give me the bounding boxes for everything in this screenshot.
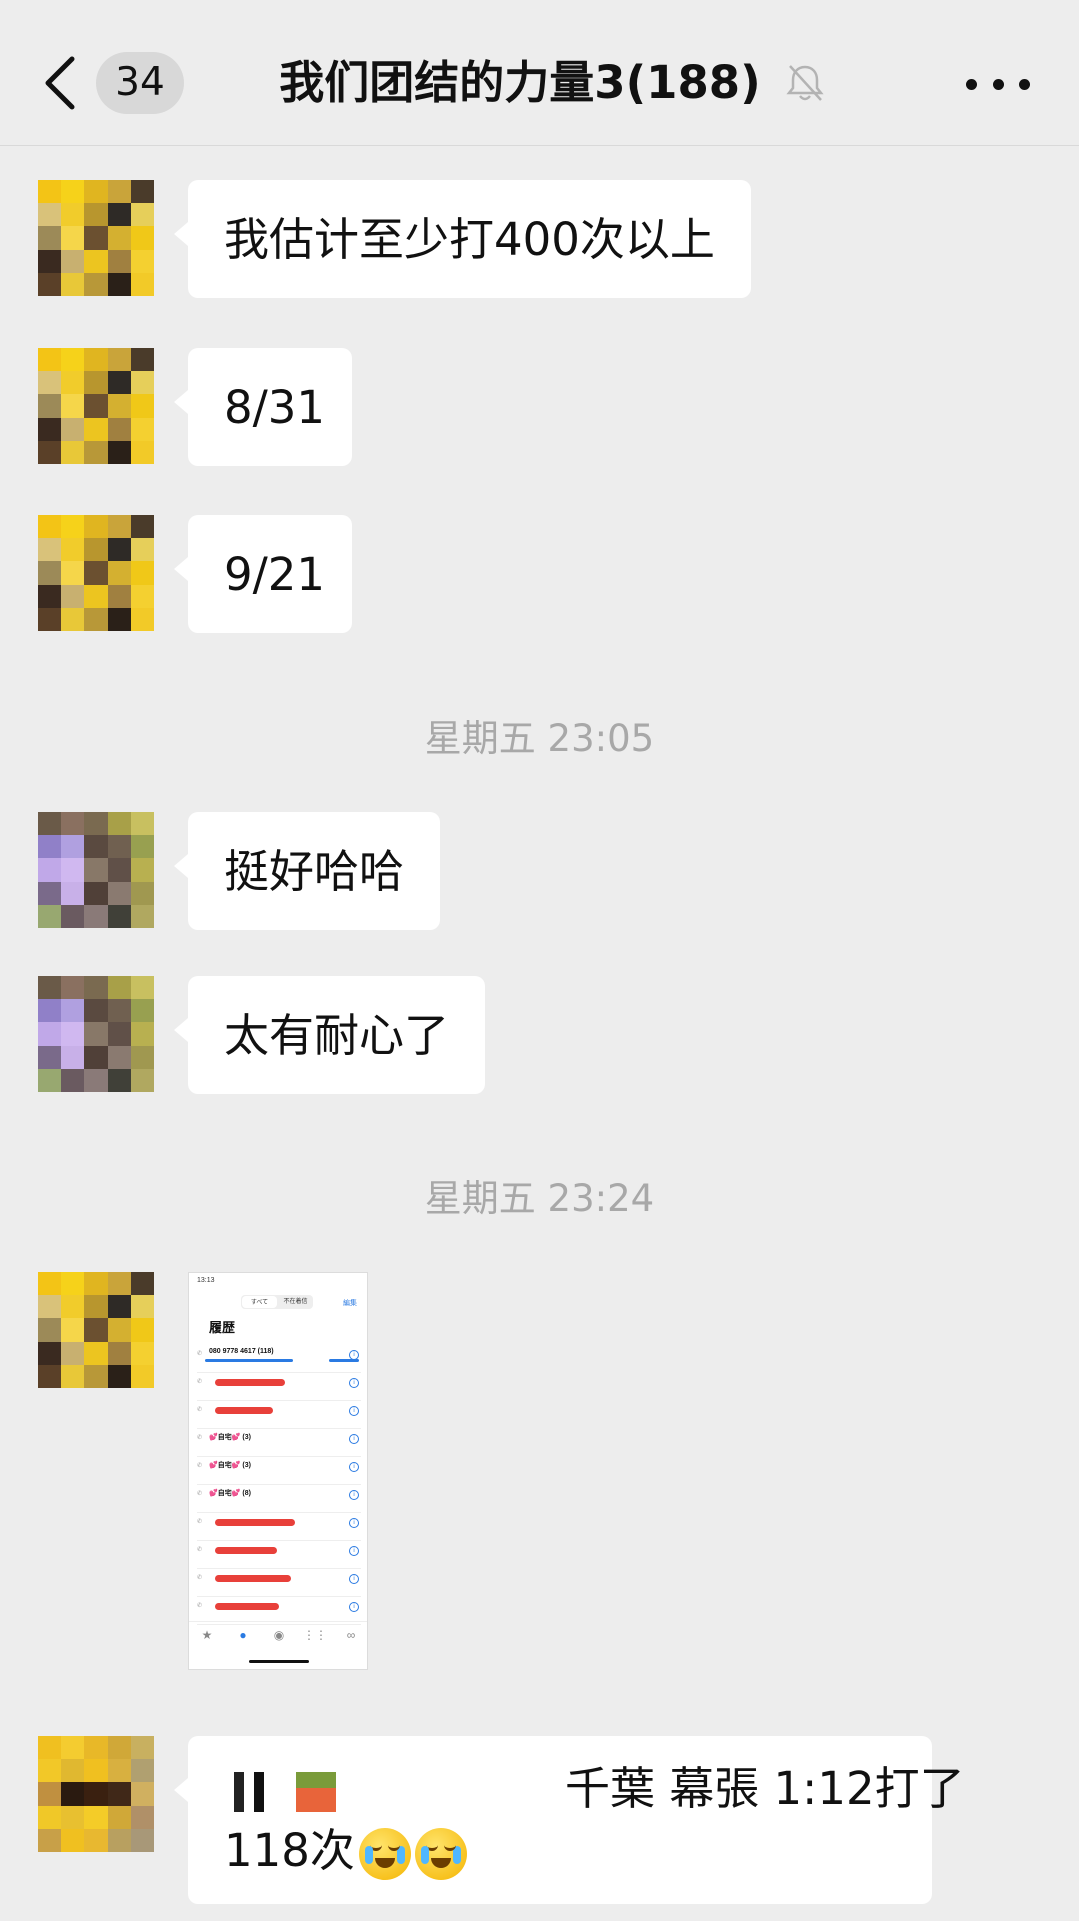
loudly-crying-face-icon (358, 1828, 411, 1880)
screenshot-seg-all: すべて (242, 1296, 277, 1308)
screenshot-title: 履歴 (209, 1320, 236, 1335)
screenshot-status-time: 13:13 (197, 1277, 215, 1284)
info-icon: i (349, 1602, 359, 1612)
underline-mark (329, 1359, 359, 1362)
screenshot-row: ✆ i (197, 1401, 361, 1429)
avatar[interactable] (38, 812, 154, 928)
info-icon: i (349, 1574, 359, 1584)
info-icon: i (349, 1378, 359, 1388)
message-bubble[interactable]: 我估计至少打400次以上 (174, 180, 751, 298)
phone-icon: ✆ (197, 1547, 203, 1553)
pixelated-image (224, 1772, 264, 1812)
chevron-left-icon (45, 56, 75, 110)
ellipsis-icon (966, 78, 977, 90)
time-divider: 星期五 23:24 (424, 1177, 655, 1220)
avatar[interactable] (38, 180, 154, 296)
home-indicator (249, 1660, 309, 1663)
phone-icon: ✆ (197, 1351, 203, 1357)
image-message[interactable]: 13:13 すべて 不在着信 編集 履歴 ✆ 080 9778 4617 (11… (188, 1272, 368, 1670)
message-bubble[interactable]: 太有耐心了 (173, 976, 486, 1094)
more-options-button[interactable] (966, 60, 1030, 108)
phone-icon: ✆ (197, 1407, 203, 1413)
screenshot-row: ✆ 💕自宅💕 (3) i (197, 1457, 361, 1485)
redaction-mark (215, 1379, 285, 1386)
redaction-mark (215, 1575, 291, 1582)
voicemail-icon: ∞ (346, 1628, 356, 1642)
loudly-crying-face-icon (414, 1828, 467, 1880)
phone-icon: ✆ (197, 1519, 203, 1525)
screenshot-seg-missed: 不在着信 (283, 1299, 308, 1305)
info-icon: i (349, 1546, 359, 1556)
message-line: 118次 (224, 1820, 896, 1882)
message-bubble[interactable]: 挺好哈哈 (173, 812, 441, 930)
screenshot-row: ✆ 💕自宅💕 (8) i (197, 1485, 361, 1513)
screenshot-row: ✆ i (197, 1513, 361, 1541)
info-icon: i (349, 1462, 359, 1472)
info-icon: i (349, 1406, 359, 1416)
contacts-icon: ◉ (273, 1628, 285, 1642)
star-icon: ★ (201, 1628, 213, 1642)
message-line: 千葉 幕張 1:12打了 (224, 1758, 965, 1820)
avatar[interactable] (38, 976, 154, 1092)
phone-icon: ✆ (197, 1435, 203, 1441)
screenshot-row: ✆ i (197, 1373, 361, 1401)
pixelated-image (296, 1772, 337, 1812)
keypad-icon: ⋮⋮ (303, 1628, 327, 1642)
phone-icon: ✆ (197, 1491, 203, 1497)
bell-slash-icon (786, 65, 824, 101)
avatar[interactable] (38, 515, 154, 631)
info-icon: i (349, 1434, 359, 1444)
screenshot-edit: 編集 (343, 1300, 357, 1307)
message-text: 千葉 幕張 1:12打了 (564, 1762, 965, 1815)
phone-icon: ✆ (197, 1379, 203, 1385)
message-bubble[interactable]: 8/31 (174, 348, 352, 466)
screenshot-row-name: 080 9778 4617 (118) (209, 1348, 274, 1355)
screenshot-tab-bar: ★ ● ◉ ⋮⋮ ∞ (189, 1621, 367, 1651)
redaction-mark (215, 1547, 277, 1554)
clock-icon: ● (239, 1628, 247, 1642)
avatar[interactable] (38, 348, 154, 464)
phone-icon: ✆ (197, 1575, 203, 1581)
back-button[interactable] (38, 50, 82, 116)
screenshot-segmented-control: すべて 不在着信 (241, 1295, 313, 1309)
underline-mark (205, 1359, 293, 1362)
screenshot-row-name: 💕自宅💕 (8) (209, 1490, 251, 1497)
redaction-mark (215, 1519, 295, 1526)
screenshot-row: ✆ i (197, 1541, 361, 1569)
screenshot-row: ✆ 💕自宅💕 (3) i (197, 1429, 361, 1457)
message-bubble[interactable]: 9/21 (174, 515, 352, 633)
message-bubble[interactable]: 千葉 幕張 1:12打了 118次 (174, 1736, 965, 1904)
avatar[interactable] (38, 1272, 154, 1388)
chat-header: 34 我们团结的力量3(188) (0, 0, 1079, 146)
info-icon: i (349, 1518, 359, 1528)
screenshot-row-name: 💕自宅💕 (3) (209, 1462, 251, 1469)
redaction-mark (215, 1407, 273, 1414)
screenshot-row: ✆ i (197, 1569, 361, 1597)
screenshot-row-name: 💕自宅💕 (3) (209, 1434, 251, 1441)
phone-icon: ✆ (197, 1463, 203, 1469)
avatar[interactable] (38, 1736, 154, 1852)
chat-title: 我们团结的力量3(188) (279, 56, 761, 109)
redaction-mark (215, 1603, 279, 1610)
info-icon: i (349, 1490, 359, 1500)
phone-icon: ✆ (197, 1603, 203, 1609)
time-divider: 星期五 23:05 (424, 717, 655, 760)
message-text: 118次 (224, 1824, 355, 1877)
screenshot-row: ✆ 080 9778 4617 (118) i (197, 1345, 361, 1373)
unread-count-badge[interactable]: 34 (96, 52, 184, 114)
